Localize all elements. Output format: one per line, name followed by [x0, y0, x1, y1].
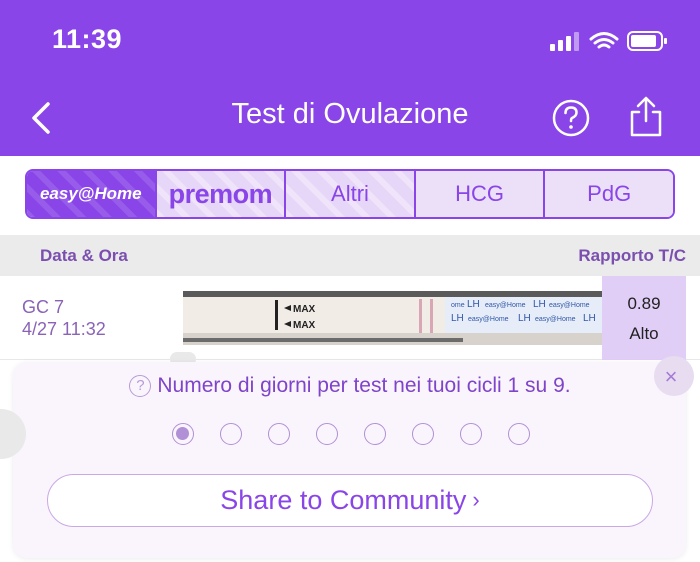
- strip-max-label: MAX: [293, 320, 316, 331]
- tip-text: Numero di giorni per test nei tuoi cicli…: [157, 374, 571, 397]
- test-datetime: 4/27 11:32: [22, 319, 106, 339]
- signal-icon: [550, 32, 579, 51]
- svg-text:LH: LH: [518, 313, 531, 324]
- svg-text:LH: LH: [533, 299, 546, 310]
- tab-easy-at-home[interactable]: easy@Home: [27, 171, 157, 217]
- page-dot[interactable]: [460, 423, 482, 445]
- status-icons: [550, 31, 667, 51]
- test-strip-image[interactable]: MAX MAX ome LH easy@Home LH easy@Home LH…: [183, 291, 602, 345]
- page-dot[interactable]: [508, 423, 530, 445]
- row-date-info: GC 7 4/27 11:32: [22, 296, 106, 340]
- help-icon: [552, 99, 590, 137]
- page-dot[interactable]: [268, 423, 290, 445]
- svg-text:LH: LH: [451, 313, 464, 324]
- svg-text:LH: LH: [583, 313, 596, 324]
- list-header: Data & Ora Rapporto T/C: [0, 235, 700, 276]
- page-dot[interactable]: [220, 423, 242, 445]
- svg-text:easy@Home: easy@Home: [485, 302, 526, 309]
- tab-label: HCG: [455, 181, 505, 206]
- premom-logo: premom: [168, 178, 273, 209]
- tab-label: Altri: [331, 181, 369, 206]
- page-title: Test di Ovulazione: [231, 98, 469, 130]
- tc-ratio-cell[interactable]: 0.89 Alto: [602, 276, 686, 360]
- strip-max-label: MAX: [293, 304, 316, 315]
- share-icon: [630, 96, 662, 137]
- test-line: [430, 299, 433, 333]
- page-dot[interactable]: [316, 423, 338, 445]
- chevron-right-icon: ›: [472, 487, 480, 512]
- easy-at-home-logo: easy@Home: [39, 184, 142, 203]
- column-tc-ratio: Rapporto T/C: [578, 246, 686, 265]
- share-to-community-button[interactable]: Share to Community ›: [47, 474, 653, 527]
- page-dot[interactable]: [364, 423, 386, 445]
- svg-text:ome: ome: [451, 302, 465, 309]
- tab-premom[interactable]: premom: [156, 171, 287, 217]
- control-line: [419, 299, 422, 333]
- tab-label: PdG: [587, 181, 632, 206]
- status-time: 11:39: [52, 24, 123, 54]
- page-dot[interactable]: [412, 423, 434, 445]
- page-dot[interactable]: [172, 423, 194, 445]
- svg-text:easy@Home: easy@Home: [549, 302, 590, 309]
- info-question-icon[interactable]: ?: [129, 375, 152, 397]
- cycle-day: GC 7: [22, 297, 65, 317]
- tab-pdg[interactable]: PdG: [545, 171, 673, 217]
- svg-text:easy@Home: easy@Home: [468, 316, 509, 323]
- tab-hcg[interactable]: HCG: [415, 171, 546, 217]
- community-button-label: Share to Community: [220, 485, 467, 515]
- test-brand-tabs: easy@Home premom Altri HCG PdG: [25, 169, 675, 219]
- battery-icon: [627, 31, 667, 51]
- help-button[interactable]: [551, 98, 591, 138]
- tc-ratio-value: 0.89: [627, 294, 661, 313]
- tab-altri[interactable]: Altri: [286, 171, 416, 217]
- tc-ratio-level: Alto: [629, 324, 659, 343]
- tip-text-line: ? Numero di giorni per test nei tuoi cicl…: [0, 374, 700, 398]
- column-date-time: Data & Ora: [40, 246, 128, 265]
- page-dots: [172, 423, 530, 445]
- share-button[interactable]: [624, 95, 668, 139]
- app-header: 11:39 Test di Ovulazione: [0, 0, 700, 156]
- svg-text:LH: LH: [467, 299, 480, 310]
- wifi-icon: [589, 32, 619, 49]
- svg-text:easy@Home: easy@Home: [535, 316, 576, 323]
